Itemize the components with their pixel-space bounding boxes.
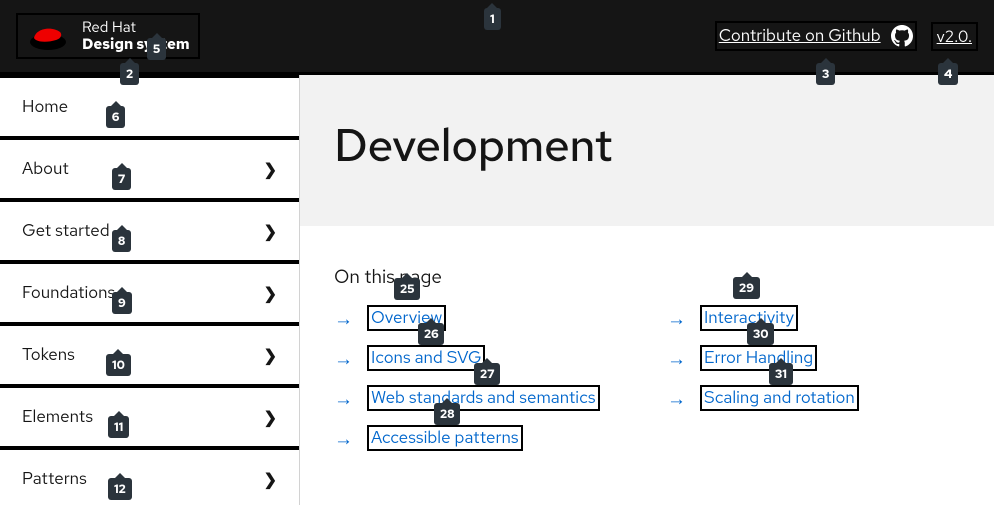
page-hero: Development: [300, 75, 994, 226]
arrow-right-icon: →: [667, 306, 686, 331]
toc-item: → Web standards and semantics 28: [334, 385, 627, 411]
sidebar-item-label: Tokens: [22, 344, 75, 366]
marker: 26: [418, 323, 444, 345]
marker: 8: [112, 230, 131, 252]
sidebar-item-home[interactable]: Home 6: [0, 75, 299, 139]
chevron-right-icon: ❯: [264, 159, 277, 180]
marker: 4: [938, 63, 958, 85]
toc-link-scaling-rotation[interactable]: Scaling and rotation: [700, 385, 859, 411]
marker: 5: [147, 38, 166, 60]
sidebar-item-get-started[interactable]: Get started ❯ 8: [0, 201, 299, 263]
sidebar-item-about[interactable]: About ❯ 7: [0, 139, 299, 201]
toc-item: → Accessible patterns: [334, 425, 627, 451]
header-right: Contribute on Github v2.0.: [715, 21, 978, 51]
chevron-right-icon: ❯: [264, 407, 277, 428]
marker: 31: [769, 363, 793, 385]
toc-item: → Error Handling 31: [667, 345, 960, 371]
contribute-label: Contribute on Github: [719, 25, 881, 47]
marker: 30: [747, 323, 774, 345]
marker: 29: [733, 277, 760, 299]
sidebar-item-tokens[interactable]: Tokens ❯ 10: [0, 325, 299, 387]
marker: 12: [108, 478, 132, 500]
brand-line2: Design system: [82, 36, 190, 53]
sidebar-nav: Home 6 About ❯ 7 Get started ❯ 8 Foundat…: [0, 75, 300, 505]
arrow-right-icon: →: [667, 386, 686, 411]
chevron-right-icon: ❯: [264, 221, 277, 242]
marker: 9: [112, 292, 132, 314]
sidebar-item-patterns[interactable]: Patterns ❯ 12: [0, 449, 299, 505]
arrow-right-icon: →: [667, 346, 686, 371]
redhat-icon: [26, 20, 70, 52]
sidebar-item-foundations[interactable]: Foundations ❯ 9: [0, 263, 299, 325]
marker: 3: [816, 63, 835, 85]
toc-item: → Overview 26: [334, 305, 627, 331]
toc-link-error-handling[interactable]: Error Handling: [700, 345, 817, 371]
version-selector[interactable]: v2.0.: [931, 22, 978, 51]
logo[interactable]: Red Hat Design system: [16, 13, 200, 60]
contribute-github-link[interactable]: Contribute on Github: [715, 21, 917, 51]
github-icon: [891, 25, 913, 47]
toc-item: → Icons and SVG 27: [334, 345, 627, 371]
toc-item: → Interactivity 29 30: [667, 305, 960, 331]
sidebar-item-elements[interactable]: Elements ❯ 11: [0, 387, 299, 449]
logo-text: Red Hat Design system: [82, 19, 190, 54]
toc-link-icons-svg[interactable]: Icons and SVG: [367, 345, 485, 371]
sidebar-item-label: Get started: [22, 220, 110, 242]
marker: 25: [394, 278, 420, 300]
marker: 1: [484, 8, 501, 30]
sidebar-item-label: Home: [22, 96, 68, 118]
sidebar-item-label: Patterns: [22, 468, 87, 490]
marker: 6: [106, 106, 125, 128]
arrow-right-icon: →: [334, 386, 353, 411]
page-title: Development: [334, 115, 960, 176]
marker: 27: [474, 363, 500, 385]
toc-link-accessible-patterns[interactable]: Accessible patterns: [367, 425, 523, 451]
marker: 28: [434, 403, 460, 425]
table-of-contents: → Overview 26 → Icons and SVG 27 → Web s…: [334, 305, 960, 451]
toc-link-web-standards[interactable]: Web standards and semantics: [367, 385, 600, 411]
arrow-right-icon: →: [334, 346, 353, 371]
marker: 11: [108, 416, 129, 438]
chevron-right-icon: ❯: [264, 345, 277, 366]
marker: 2: [120, 63, 139, 85]
chevron-right-icon: ❯: [264, 283, 277, 304]
chevron-right-icon: ❯: [264, 469, 277, 490]
on-this-page-heading: On this page 25: [334, 264, 442, 289]
toc-item: → Scaling and rotation: [667, 385, 960, 411]
sidebar-item-label: Foundations: [22, 282, 115, 304]
main-content: Development On this page 25 → Overview 2…: [300, 75, 994, 505]
marker: 7: [112, 168, 131, 190]
sidebar-item-label: About: [22, 158, 69, 180]
arrow-right-icon: →: [334, 306, 353, 331]
arrow-right-icon: →: [334, 426, 353, 451]
marker: 10: [106, 354, 131, 376]
sidebar-item-label: Elements: [22, 406, 93, 428]
